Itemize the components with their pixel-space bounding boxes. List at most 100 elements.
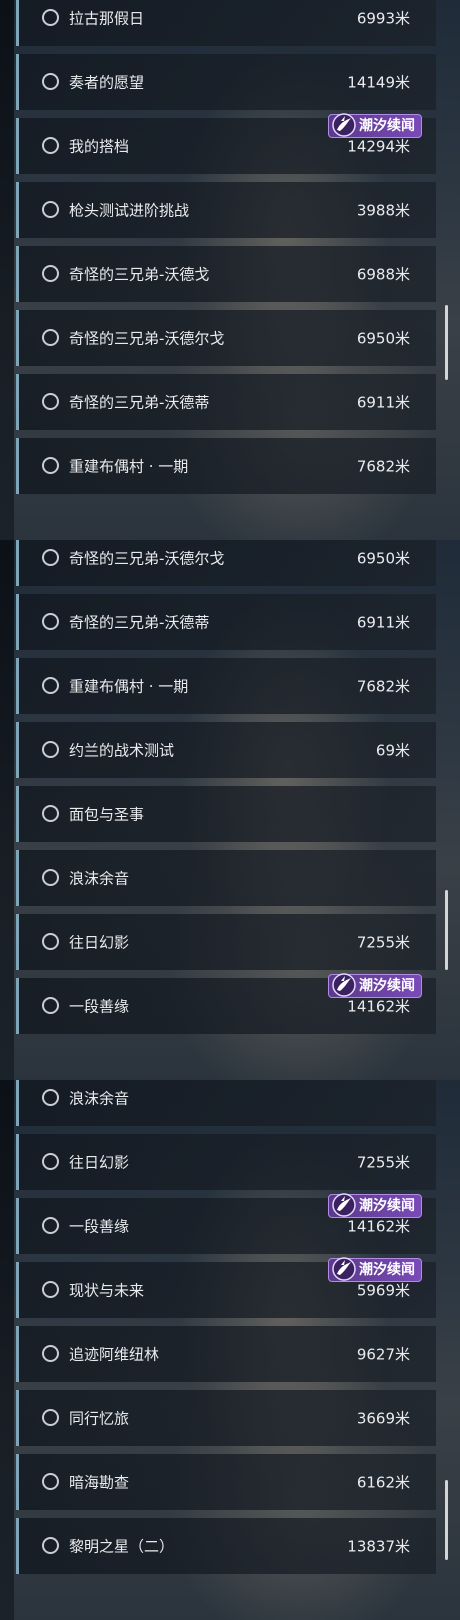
quest-row[interactable]: 拉古那假日 6993米 [16, 0, 436, 46]
quest-name: 重建布偶村 · 一期 [69, 677, 189, 696]
quest-distance: 3988米 [356, 201, 410, 220]
radio-circle-icon[interactable] [42, 9, 59, 26]
quest-name: 一段善缘 [69, 1217, 130, 1236]
quest-distance: 6162米 [356, 1473, 410, 1492]
quest-row[interactable]: 面包与圣事 [16, 786, 436, 842]
quest-name: 我的搭档 [69, 137, 130, 156]
quest-name: 追迹阿维纽林 [69, 1345, 160, 1364]
badge-label: 潮汐续闻 [359, 118, 415, 134]
quest-name: 浪沫余音 [69, 869, 130, 888]
quest-row[interactable]: 我的搭档 14294米 潮汐续闻 [16, 113, 436, 174]
radio-circle-icon[interactable] [42, 1537, 59, 1554]
quest-row[interactable]: 奇怪的三兄弟-沃德尔戈 6950米 [16, 540, 436, 586]
quest-distance: 69米 [375, 741, 410, 760]
quest-row[interactable]: 追迹阿维纽林 9627米 [16, 1326, 436, 1382]
radio-circle-icon[interactable] [42, 613, 59, 630]
quest-list-panel-1: 拉古那假日 6993米奏者的愿望 14149米我的搭档 14294米 潮汐续闻枪头测试进… [0, 0, 460, 540]
quest-row[interactable]: 奇怪的三兄弟-沃德戈 6988米 [16, 246, 436, 302]
radio-circle-icon[interactable] [42, 1217, 59, 1234]
quest-distance: 14162米 [347, 997, 410, 1016]
quest-name: 拉古那假日 [69, 9, 145, 28]
radio-circle-icon[interactable] [42, 457, 59, 474]
tide-sequel-badge: 潮汐续闻 [328, 1257, 422, 1282]
radio-circle-icon[interactable] [42, 549, 59, 566]
radio-circle-icon[interactable] [42, 741, 59, 758]
quest-name: 奇怪的三兄弟-沃德尔戈 [69, 549, 225, 568]
quest-distance: 7255米 [356, 933, 410, 952]
tide-swirl-icon [332, 113, 356, 137]
radio-circle-icon[interactable] [42, 329, 59, 346]
quest-row[interactable]: 浪沫余音 [16, 850, 436, 906]
quest-list-panel-2: 奇怪的三兄弟-沃德尔戈 6950米 奇怪的三兄弟-沃德蒂 6911米 重建布偶村 · 一… [0, 540, 460, 1080]
quest-name: 重建布偶村 · 一期 [69, 457, 189, 476]
left-rail [0, 1080, 14, 1620]
quest-name: 约兰的战术测试 [69, 741, 175, 760]
scrollbar[interactable] [445, 1480, 448, 1560]
quest-name: 奏者的愿望 [69, 73, 145, 92]
quest-distance: 3669米 [356, 1409, 410, 1428]
tide-swirl-icon [332, 1193, 356, 1217]
left-rail [0, 540, 14, 1080]
radio-circle-icon[interactable] [42, 933, 59, 950]
scrollbar[interactable] [445, 305, 448, 380]
quest-row[interactable]: 奇怪的三兄弟-沃德尔戈 6950米 [16, 310, 436, 366]
quest-name: 奇怪的三兄弟-沃德蒂 [69, 393, 210, 412]
quest-name: 往日幻影 [69, 933, 130, 952]
quest-distance: 7255米 [356, 1153, 410, 1172]
tide-sequel-badge: 潮汐续闻 [328, 1193, 422, 1218]
radio-circle-icon[interactable] [42, 805, 59, 822]
radio-circle-icon[interactable] [42, 201, 59, 218]
quest-row[interactable]: 同行忆旅 3669米 [16, 1390, 436, 1446]
quest-name: 奇怪的三兄弟-沃德戈 [69, 265, 210, 284]
quest-distance: 6911米 [356, 613, 410, 632]
badge-label: 潮汐续闻 [359, 1262, 415, 1278]
badge-label: 潮汐续闻 [359, 978, 415, 994]
quest-row[interactable]: 一段善缘 14162米 潮汐续闻 [16, 973, 436, 1034]
quest-row[interactable]: 奇怪的三兄弟-沃德蒂 6911米 [16, 594, 436, 650]
quest-row[interactable]: 往日幻影 7255米 [16, 914, 436, 970]
quest-row[interactable]: 重建布偶村 · 一期 7682米 [16, 438, 436, 494]
radio-circle-icon[interactable] [42, 1345, 59, 1362]
quest-row[interactable]: 重建布偶村 · 一期 7682米 [16, 658, 436, 714]
quest-row[interactable]: 奏者的愿望 14149米 [16, 54, 436, 110]
quest-name: 奇怪的三兄弟-沃德尔戈 [69, 329, 225, 348]
radio-circle-icon[interactable] [42, 1473, 59, 1490]
quest-row[interactable]: 一段善缘 14162米 潮汐续闻 [16, 1193, 436, 1254]
quest-name: 黎明之星（二） [69, 1537, 175, 1556]
quest-row[interactable]: 现状与未来 5969米 潮汐续闻 [16, 1257, 436, 1318]
radio-circle-icon[interactable] [42, 869, 59, 886]
quest-distance: 6993米 [356, 9, 410, 28]
quest-distance: 6950米 [356, 329, 410, 348]
quest-distance: 14149米 [347, 73, 410, 92]
quest-row[interactable]: 暗海勘查 6162米 [16, 1454, 436, 1510]
quest-name: 枪头测试进阶挑战 [69, 201, 190, 220]
quest-distance: 6988米 [356, 265, 410, 284]
scrollbar[interactable] [445, 890, 448, 970]
quest-distance: 14162米 [347, 1217, 410, 1236]
radio-circle-icon[interactable] [42, 265, 59, 282]
radio-circle-icon[interactable] [42, 1089, 59, 1106]
quest-row[interactable]: 黎明之星（二） 13837米 [16, 1518, 436, 1574]
radio-circle-icon[interactable] [42, 1153, 59, 1170]
radio-circle-icon[interactable] [42, 73, 59, 90]
quest-distance: 14294米 [347, 137, 410, 156]
radio-circle-icon[interactable] [42, 677, 59, 694]
quest-row[interactable]: 浪沫余音 [16, 1080, 436, 1126]
quest-name: 一段善缘 [69, 997, 130, 1016]
radio-circle-icon[interactable] [42, 393, 59, 410]
quest-row[interactable]: 奇怪的三兄弟-沃德蒂 6911米 [16, 374, 436, 430]
badge-label: 潮汐续闻 [359, 1198, 415, 1214]
tide-sequel-badge: 潮汐续闻 [328, 113, 422, 138]
quest-row[interactable]: 枪头测试进阶挑战 3988米 [16, 182, 436, 238]
radio-circle-icon[interactable] [42, 1409, 59, 1426]
quest-distance: 13837米 [347, 1537, 410, 1556]
quest-distance: 7682米 [356, 457, 410, 476]
radio-circle-icon[interactable] [42, 137, 59, 154]
quest-name: 面包与圣事 [69, 805, 145, 824]
quest-distance: 5969米 [356, 1281, 410, 1300]
quest-list-panel-3: 浪沫余音 往日幻影 7255米 一段善缘 14162米 潮汐续闻 现状与未来 5969米 潮汐续… [0, 1080, 460, 1620]
radio-circle-icon[interactable] [42, 997, 59, 1014]
quest-row[interactable]: 往日幻影 7255米 [16, 1134, 436, 1190]
quest-row[interactable]: 约兰的战术测试 69米 [16, 722, 436, 778]
radio-circle-icon[interactable] [42, 1281, 59, 1298]
